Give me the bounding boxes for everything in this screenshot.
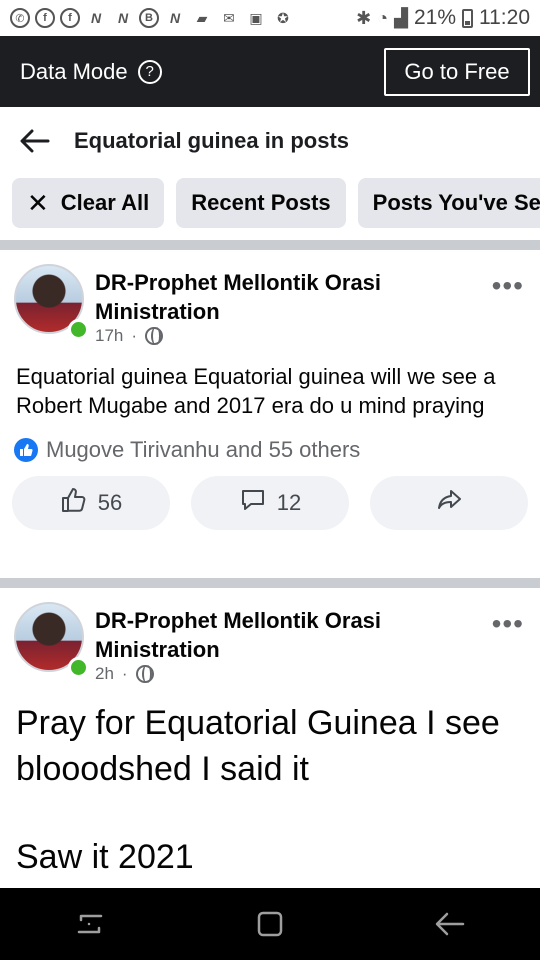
notification-icons: ✆ f f N N B N ▰ ✉ ▣ ✪ <box>10 8 294 28</box>
author-name-cont: Ministration <box>95 637 220 662</box>
battery-percent: 21% <box>413 6 456 29</box>
whatsapp-icon: ✆ <box>10 8 30 28</box>
system-nav-bar <box>0 888 540 960</box>
post-meta: 2h · <box>95 664 154 684</box>
back-arrow-icon[interactable] <box>20 125 52 157</box>
recent-posts-chip[interactable]: Recent Posts <box>176 178 346 228</box>
online-status-icon <box>68 319 89 340</box>
home-button[interactable] <box>240 894 300 954</box>
wifi-icon: ◔ <box>377 7 389 28</box>
globe-icon <box>135 665 154 683</box>
like-button[interactable]: 56 <box>12 476 170 530</box>
comment-button[interactable]: 12 <box>191 476 349 530</box>
comment-count: 12 <box>276 490 302 515</box>
go-to-free-button[interactable]: Go to Free <box>384 47 530 96</box>
like-count: 56 <box>97 490 123 515</box>
more-options-icon[interactable]: ••• <box>492 272 524 300</box>
n-app-icon: N <box>169 10 181 26</box>
more-options-icon[interactable]: ••• <box>492 610 524 638</box>
chip-label: Posts You've Seen <box>372 190 540 215</box>
post-time: 2h <box>95 664 114 683</box>
mail-icon: ✉ <box>223 9 235 26</box>
help-icon[interactable]: ? <box>137 59 162 84</box>
meta-separator: · <box>131 326 138 345</box>
facebook-icon: f <box>60 8 80 28</box>
feed-divider <box>0 240 540 250</box>
facebook-icon: f <box>35 8 55 28</box>
back-icon <box>435 912 465 936</box>
recent-apps-icon <box>77 914 103 934</box>
gallery-icon: ▣ <box>249 9 263 26</box>
clock: 11:20 <box>479 6 530 29</box>
post-author[interactable]: DR-Prophet Mellontik Orasi Ministration <box>95 268 475 326</box>
data-mode-label: Data Mode <box>20 58 128 84</box>
thumbs-up-icon <box>60 486 88 520</box>
post-text-line: blooodshed I said it <box>16 750 309 788</box>
post-header: DR-Prophet Mellontik Orasi Ministration … <box>0 252 540 345</box>
posts-youve-seen-chip[interactable]: Posts You've Seen <box>357 178 540 228</box>
author-name-cont: Ministration <box>95 299 220 324</box>
post-time: 17h <box>95 326 124 345</box>
n-app-icon: N <box>117 10 129 26</box>
page-title: Equatorial guinea in posts <box>74 128 350 153</box>
b-app-icon: B <box>139 8 159 28</box>
like-reaction-icon <box>14 438 38 462</box>
recent-apps-button[interactable] <box>60 894 120 954</box>
filter-chips: ✕ Clear All Recent Posts Posts You've Se… <box>0 175 540 233</box>
online-status-icon <box>68 657 89 678</box>
post-card: DR-Prophet Mellontik Orasi Ministration … <box>0 590 540 888</box>
meta-separator: · <box>121 664 128 683</box>
share-button[interactable] <box>370 476 528 530</box>
feed-divider <box>0 578 540 588</box>
globe-icon <box>145 327 164 345</box>
post-author[interactable]: DR-Prophet Mellontik Orasi Ministration <box>95 606 475 664</box>
badge-icon: ✪ <box>277 9 289 26</box>
author-name: DR-Prophet Mellontik Orasi <box>95 270 382 295</box>
bluetooth-icon: ✱ <box>356 7 372 28</box>
post-text: Pray for Equatorial Guinea I see blooods… <box>0 700 540 880</box>
share-icon <box>435 486 463 520</box>
system-status: ✱ ◔ ▟ 21% 11:20 <box>356 6 530 30</box>
close-icon: ✕ <box>27 187 49 218</box>
home-icon <box>257 911 283 937</box>
post-text-line: Saw it 2021 <box>16 838 194 876</box>
post-header: DR-Prophet Mellontik Orasi Ministration … <box>0 590 540 683</box>
battery-icon <box>462 8 473 28</box>
post-text-line: Pray for Equatorial Guinea I see <box>16 704 500 742</box>
post-actions: 56 12 <box>0 476 540 530</box>
clear-all-chip[interactable]: ✕ Clear All <box>12 178 165 228</box>
reactions-text: Mugove Tirivanhu and 55 others <box>46 437 361 462</box>
message-icon: ▰ <box>196 9 208 26</box>
screen: ✆ f f N N B N ▰ ✉ ▣ ✪ ✱ ◔ ▟ 21% 11:20 Da… <box>0 0 540 960</box>
post-meta: 17h · <box>95 326 164 346</box>
comment-icon <box>239 486 267 520</box>
post-card: DR-Prophet Mellontik Orasi Ministration … <box>0 252 540 576</box>
post-text: Equatorial guinea Equatorial guinea will… <box>16 364 496 418</box>
n-app-icon: N <box>90 10 102 26</box>
data-mode-bar: Data Mode ? Go to Free <box>0 36 540 107</box>
chip-label: Clear All <box>60 190 150 215</box>
author-name: DR-Prophet Mellontik Orasi <box>95 608 382 633</box>
back-button[interactable] <box>420 894 480 954</box>
signal-icon: ▟ <box>394 7 408 28</box>
chip-label: Recent Posts <box>191 190 331 215</box>
data-mode-info[interactable]: Data Mode ? <box>20 59 162 85</box>
status-bar: ✆ f f N N B N ▰ ✉ ▣ ✪ ✱ ◔ ▟ 21% 11:20 <box>0 0 540 36</box>
search-header: Equatorial guinea in posts <box>0 107 540 175</box>
reactions-summary[interactable]: Mugove Tirivanhu and 55 others <box>0 432 540 468</box>
